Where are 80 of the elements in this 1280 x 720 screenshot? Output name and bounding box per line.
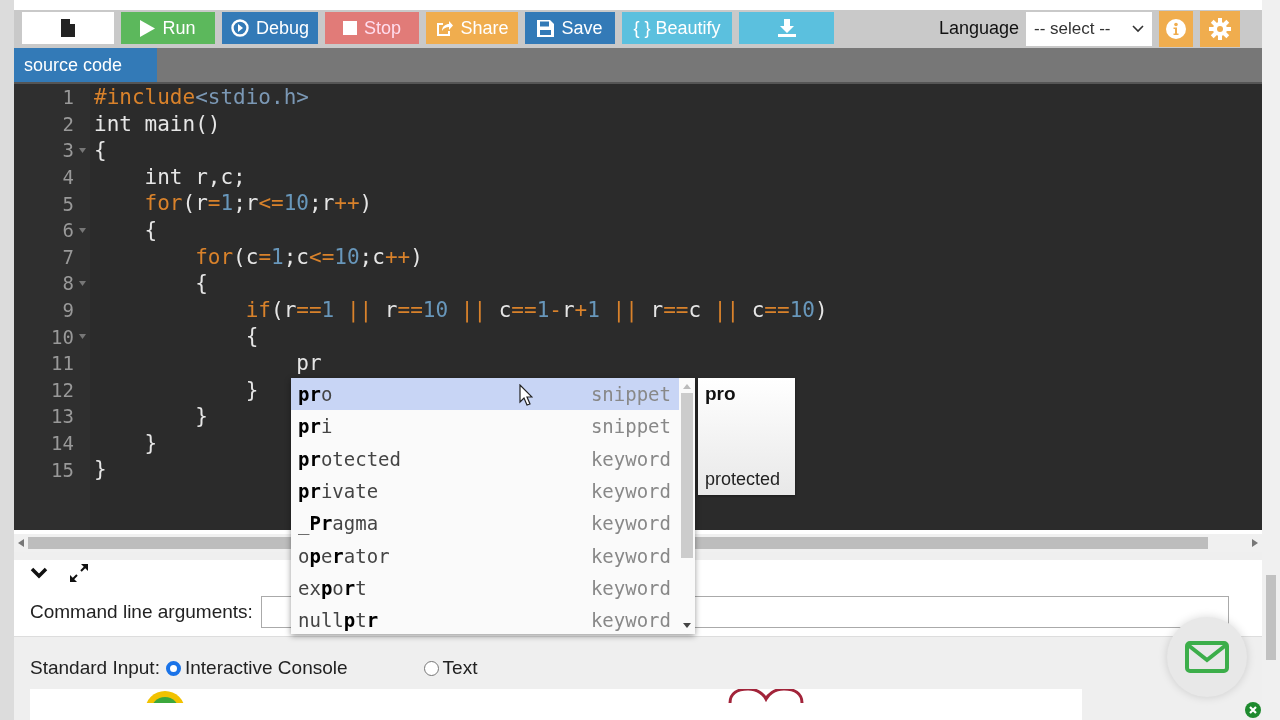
- editor-tab[interactable]: source code: [14, 48, 157, 82]
- save-button[interactable]: Save: [525, 12, 615, 44]
- new-file-button[interactable]: [22, 12, 114, 44]
- scroll-left-icon[interactable]: [18, 539, 24, 547]
- scroll-up-icon[interactable]: [683, 384, 691, 389]
- info-icon: [1166, 19, 1186, 39]
- line-number: 2: [62, 112, 74, 135]
- info-button[interactable]: [1159, 11, 1193, 47]
- play-circle-icon: [230, 19, 249, 37]
- close-icon[interactable]: [1245, 702, 1261, 718]
- line-number: 10: [51, 325, 74, 348]
- stop-icon: [343, 21, 357, 35]
- download-icon: [777, 19, 796, 37]
- collapse-icon[interactable]: [30, 567, 48, 579]
- suggestion-item[interactable]: operator keyword: [291, 539, 679, 572]
- line-number: 1: [62, 86, 74, 109]
- file-icon: [61, 19, 75, 37]
- code-line: }: [94, 457, 107, 482]
- code-line: {: [244, 324, 259, 349]
- suggestion-item[interactable]: protected keyword: [291, 442, 679, 475]
- scroll-down-icon[interactable]: [683, 623, 691, 628]
- line-number: 9: [62, 299, 74, 322]
- line-number: 4: [62, 166, 74, 189]
- line-number: 12: [51, 378, 74, 401]
- code-line: {: [94, 138, 107, 163]
- radio-label: Text: [442, 657, 478, 679]
- code-line: for(r=1;r<=10;r++): [143, 191, 373, 216]
- download-button[interactable]: [739, 12, 834, 44]
- fold-arrow-icon[interactable]: [78, 148, 86, 153]
- line-number: 13: [51, 405, 74, 428]
- scrollbar-thumb[interactable]: [681, 393, 693, 558]
- settings-icon: [1209, 18, 1231, 40]
- code-line: }: [194, 404, 208, 429]
- suggestion-item[interactable]: nullptr keyword: [291, 604, 679, 637]
- play-icon: [140, 19, 156, 37]
- suggestion-item[interactable]: _Pragma keyword: [291, 507, 679, 540]
- code-line: #include<stdio.h>: [94, 85, 309, 109]
- radio-button[interactable]: [165, 660, 181, 676]
- line-number: 6: [62, 219, 74, 242]
- code-line: {: [143, 217, 158, 242]
- line-number: 5: [62, 192, 74, 215]
- fold-arrow-icon[interactable]: [78, 227, 86, 233]
- line-number: 14: [51, 432, 74, 454]
- language-select[interactable]: -- select --: [1026, 12, 1152, 46]
- line-number: 3: [62, 139, 74, 162]
- suggestion-item[interactable]: pro snippet: [291, 378, 679, 411]
- code-line: int r,c;: [143, 164, 246, 189]
- code-line: }: [244, 377, 259, 402]
- language-label: Language: [938, 17, 1019, 39]
- suggestion-item[interactable]: private keyword: [291, 474, 679, 508]
- radio-button[interactable]: [423, 660, 439, 676]
- floppy-icon: [537, 19, 555, 37]
- scroll-right-icon[interactable]: [1252, 539, 1258, 547]
- standard-input-label: Standard Input:: [30, 657, 160, 679]
- page-scrollbar-thumb[interactable]: [1266, 575, 1276, 660]
- suggestion-item[interactable]: export keyword: [291, 571, 679, 605]
- code-line: {: [194, 271, 208, 296]
- doc-text: protected: [705, 469, 782, 490]
- fold-arrow-icon[interactable]: [78, 334, 86, 340]
- radio-label: Interactive Console: [184, 657, 348, 679]
- fold-arrow-icon[interactable]: [78, 280, 86, 286]
- line-number: 8: [62, 272, 74, 295]
- suggestion-item[interactable]: pri snippet: [291, 410, 679, 443]
- settings-button[interactable]: [1200, 11, 1240, 47]
- code-line: int main(): [94, 111, 221, 136]
- command-line-label: Command line arguments:: [30, 601, 253, 623]
- code-line: }: [143, 430, 158, 455]
- mail-icon: [1185, 641, 1229, 673]
- expand-icon[interactable]: [68, 562, 90, 584]
- scrollbar-track[interactable]: [0, 0, 14, 720]
- debug-button[interactable]: Debug: [222, 12, 318, 44]
- code-line: if(r==1 || r==10 || c==1-r+1 || r==c || c==10): [244, 297, 828, 322]
- code-line: pr: [295, 350, 322, 375]
- line-number: 11: [51, 352, 74, 375]
- mouse-cursor-icon: [519, 384, 533, 406]
- code-line: for(c=1;c<=10;c++): [194, 244, 423, 269]
- line-number: 15: [51, 458, 74, 481]
- line-number: 7: [62, 245, 74, 268]
- doc-title: pro: [705, 383, 737, 405]
- share-icon: [435, 19, 454, 37]
